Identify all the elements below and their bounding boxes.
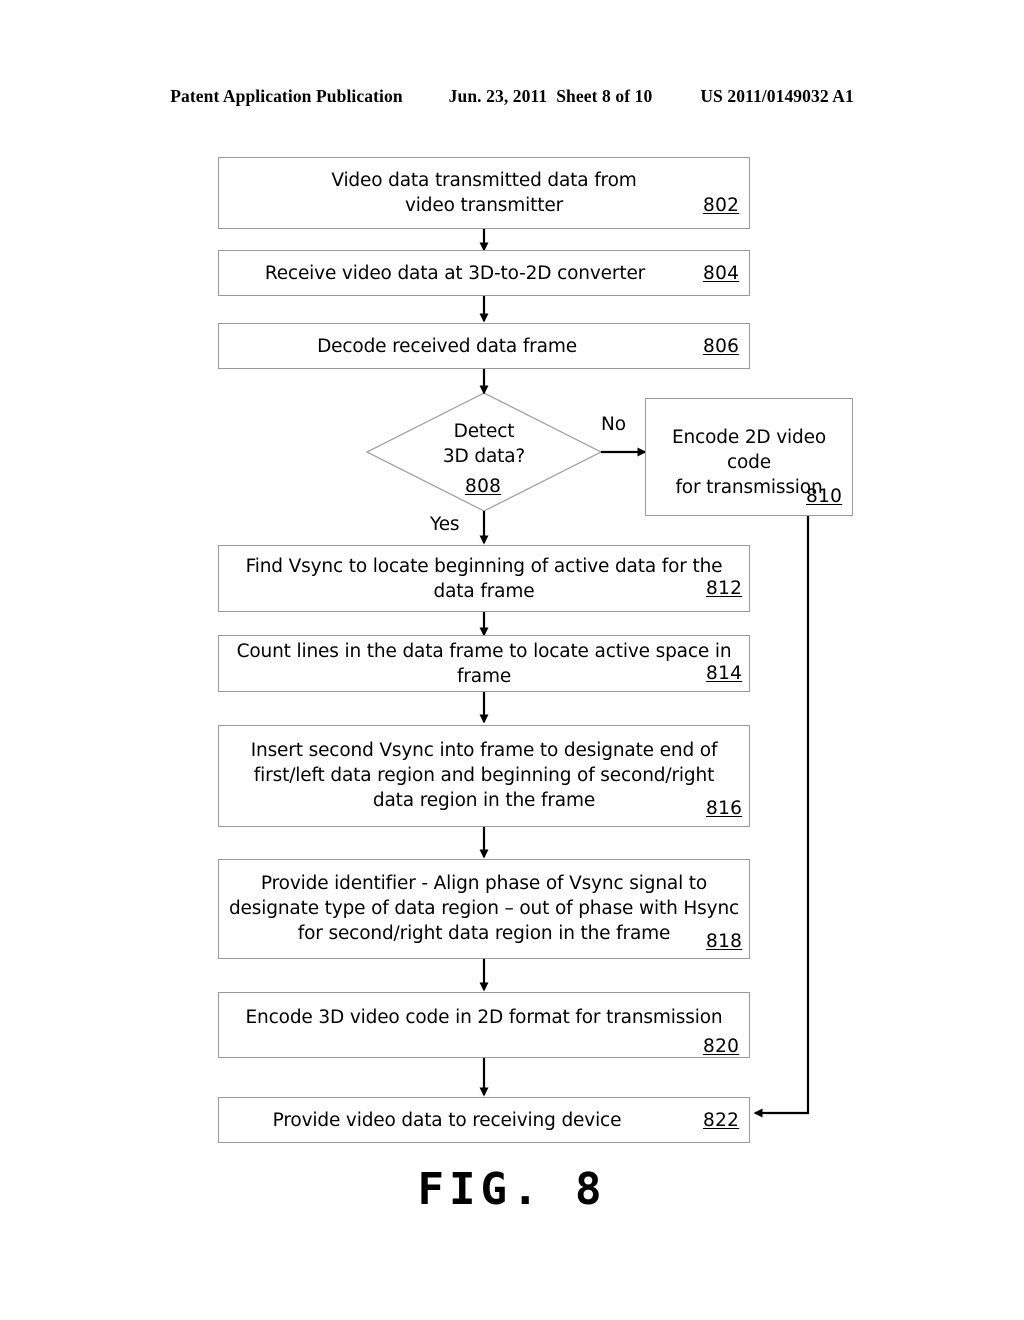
process-box-806-label: Decode received data frame: [317, 335, 577, 357]
process-box-812[interactable]: Find Vsync to locate beginning of active…: [218, 545, 750, 612]
ref-number-820: 820: [703, 1036, 740, 1057]
branch-label-yes: Yes: [430, 514, 460, 535]
ref-number-816: 816: [706, 798, 743, 819]
process-box-822[interactable]: Provide video data to receiving device: [218, 1097, 750, 1143]
process-box-822-label: Provide video data to receiving device: [272, 1109, 622, 1131]
flowchart-figure: Video data transmitted data from video t…: [0, 0, 1024, 1320]
figure-caption: FIG. 8: [417, 1164, 607, 1215]
ref-number-814: 814: [706, 663, 743, 684]
process-box-820-label: Encode 3D video code in 2D format for tr…: [245, 1007, 723, 1028]
process-box-816-label: Insert second Vsync into frame to design…: [250, 740, 718, 811]
process-box-810-label: Encode 2D video code for transmission: [671, 427, 827, 498]
process-box-806[interactable]: Decode received data frame: [218, 323, 750, 369]
decision-box-808-label: Detect 3D data?: [442, 421, 526, 467]
connector-810-822: [753, 516, 810, 1118]
process-box-814[interactable]: Count lines in the data frame to locate …: [218, 635, 750, 692]
process-box-802[interactable]: Video data transmitted data from video t…: [218, 157, 750, 229]
process-box-804[interactable]: Receive video data at 3D-to-2D converter: [218, 250, 750, 296]
process-box-812-label: Find Vsync to locate beginning of active…: [245, 555, 723, 602]
process-box-818-label: Provide identifier - Align phase of Vsyn…: [228, 873, 740, 944]
process-box-820[interactable]: Encode 3D video code in 2D format for tr…: [218, 992, 750, 1058]
process-box-816[interactable]: Insert second Vsync into frame to design…: [218, 725, 750, 827]
process-box-818[interactable]: Provide identifier - Align phase of Vsyn…: [218, 859, 750, 959]
ref-number-806: 806: [703, 336, 740, 357]
ref-number-808: 808: [465, 476, 502, 497]
ref-number-818: 818: [706, 931, 743, 952]
ref-number-810: 810: [806, 486, 843, 507]
process-box-814-label: Count lines in the data frame to locate …: [236, 640, 732, 687]
process-box-802-label: Video data transmitted data from video t…: [331, 170, 637, 216]
ref-number-802: 802: [703, 195, 740, 216]
ref-number-822: 822: [703, 1110, 740, 1131]
ref-number-812: 812: [706, 578, 743, 599]
process-box-804-label: Receive video data at 3D-to-2D converter: [264, 262, 646, 284]
ref-number-804: 804: [703, 263, 740, 284]
branch-label-no: No: [601, 414, 626, 435]
